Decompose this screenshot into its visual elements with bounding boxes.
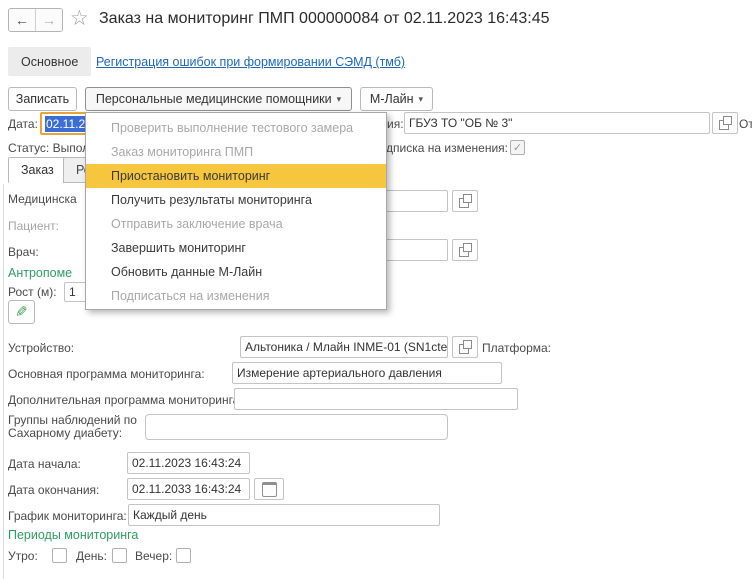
period-day-label: День: [76,549,107,563]
choose-icon [459,247,469,257]
semd-errors-link[interactable]: Регистрация ошибок при формировании СЭМД… [96,55,405,69]
menu-item-check-test-measure: Проверить выполнение тестового замера [86,116,386,140]
save-button[interactable]: Записать [8,87,77,111]
order-form-window: ← → ☆ Заказ на мониторинг ПМП 000000084 … [0,0,752,579]
device-input[interactable]: Альтоника / Млайн INME-01 (SN1ctestT3) [240,336,448,358]
calendar-icon [262,482,277,497]
check-icon: ✓ [513,141,522,154]
main-program-value: Измерение артериального давления [237,366,442,380]
menu-item-order-monitoring: Заказ мониторинга ПМП [86,140,386,164]
diabetes-groups-label-line1: Группы наблюдений по [8,413,137,427]
medical-org-choose-button[interactable] [452,190,478,212]
mline-menu-button[interactable]: М-Лайн ▾ [360,87,433,111]
organization-value: ГБУЗ ТО "ОБ № 3" [409,116,512,130]
diabetes-groups-input[interactable] [145,414,448,440]
history-nav-group: ← → [8,8,63,32]
mline-menu-label: М-Лайн [370,92,414,106]
choose-icon [459,198,469,208]
medical-org-label: Медицинска [8,192,77,206]
chevron-down-icon: ▾ [337,94,342,105]
status-text: Статус: Выпол [8,141,89,155]
main-program-label: Основная программа мониторинга: [8,367,205,381]
device-value: Альтоника / Млайн INME-01 (SN1ctestT3) [245,340,448,354]
back-button[interactable]: ← [9,9,35,31]
end-date-input[interactable]: 02.11.2033 16:43:24 [127,478,250,500]
start-date-input[interactable]: 02.11.2023 16:43:24 [127,452,250,474]
tab-main[interactable]: Основное [8,47,91,76]
end-date-label: Дата окончания: [8,483,99,497]
periods-header: Периоды мониторинга [8,528,138,542]
period-day-checkbox[interactable] [112,548,127,563]
device-choose-button[interactable] [452,336,478,358]
pmp-menu-label: Персональные медицинские помощники [96,92,332,106]
start-date-value: 02.11.2023 16:43:24 [132,456,241,470]
page-title: Заказ на мониторинг ПМП 000000084 от 02.… [99,10,550,28]
period-evening-checkbox[interactable] [176,548,191,563]
subscription-checkbox: ✓ [510,140,525,155]
end-date-value: 02.11.2033 16:43:24 [132,482,241,496]
back-arrow-icon: ← [15,12,29,28]
choose-icon [719,120,729,130]
menu-item-update-mline[interactable]: Обновить данные М-Лайн [86,260,386,284]
pmp-dropdown-menu: Проверить выполнение тестового замера За… [85,112,387,310]
menu-item-get-results[interactable]: Получить результаты мониторинга [86,188,386,212]
height-value: 1 [69,285,76,299]
device-label: Устройство: [8,341,74,355]
menu-item-finish-monitoring[interactable]: Завершить мониторинг [86,236,386,260]
forward-button[interactable]: → [35,9,62,31]
period-morning-label: Утро: [8,549,38,563]
schedule-value: Каждый день [133,508,207,522]
doctor-label: Врач: [8,245,39,259]
organization-input[interactable]: ГБУЗ ТО "ОБ № 3" [404,112,710,134]
doctor-choose-button[interactable] [452,239,478,261]
period-morning-checkbox[interactable] [52,548,67,563]
diabetes-groups-label-line2: Сахарному диабету: [8,426,122,440]
pencil-icon: ✎ [15,303,28,321]
end-date-calendar-button[interactable] [254,478,284,500]
period-evening-label: Вечер: [135,549,172,563]
chevron-down-icon: ▾ [419,94,424,105]
date-label: Дата: [8,117,38,131]
choose-icon [459,344,469,354]
height-label: Рост (м): [8,285,57,299]
diabetes-groups-label: Группы наблюдений по Сахарному диабету: [8,414,137,440]
tab-order[interactable]: Заказ [8,157,67,183]
favorite-star-icon[interactable]: ☆ [70,8,89,30]
forward-arrow-icon: → [42,12,56,28]
schedule-label: График мониторинга: [8,509,127,523]
organization-choose-button[interactable] [712,112,738,134]
pmp-menu-button[interactable]: Персональные медицинские помощники ▾ [85,87,352,111]
responsible-label-cut: От [739,117,752,131]
platform-label: Платформа: [482,341,551,355]
additional-program-label: Дополнительная программа мониторинга: [8,393,243,407]
schedule-input[interactable]: Каждый день [128,504,440,526]
anthropometry-header: Антропоме [8,266,72,280]
start-date-label: Дата начала: [8,457,81,471]
patient-label: Пациент: [8,219,59,233]
menu-item-subscribe-changes: Подписаться на изменения [86,284,386,308]
subscription-label: Подписка на изменения: [371,141,508,155]
content-left-border [3,184,4,579]
menu-item-send-conclusion: Отправить заключение врача [86,212,386,236]
edit-anthropometry-button[interactable]: ✎ [8,300,35,324]
organization-label: ия: [387,117,404,131]
additional-program-input[interactable] [234,388,518,410]
main-program-input[interactable]: Измерение артериального давления [232,362,502,384]
save-button-label: Записать [16,92,69,106]
menu-item-pause-monitoring[interactable]: Приостановить мониторинг [86,164,386,188]
